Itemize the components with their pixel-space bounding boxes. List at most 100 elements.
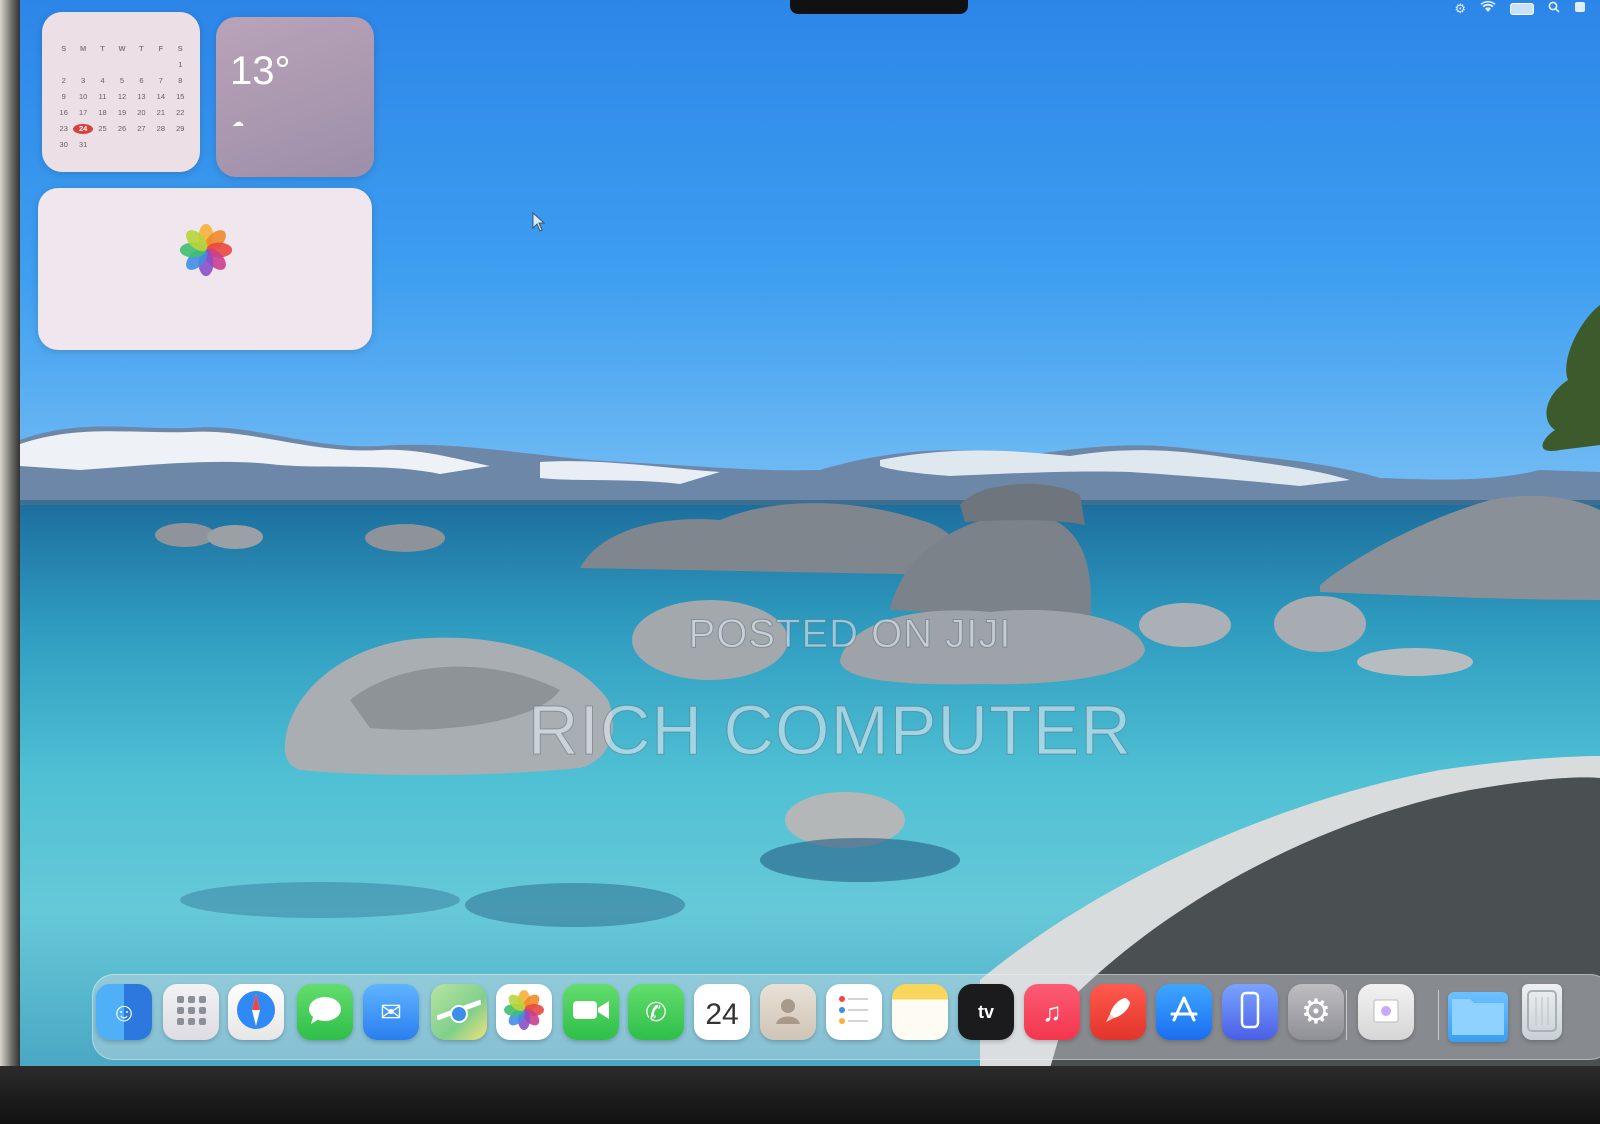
dock-item-music[interactable]: ♫ xyxy=(1024,984,1080,1040)
dock-item-system-settings[interactable]: ⚙ xyxy=(1288,984,1344,1040)
rocket-icon xyxy=(1100,992,1136,1033)
dock-item-downloads-folder[interactable] xyxy=(1448,992,1508,1042)
monitor-bezel-left-edge xyxy=(0,0,22,1124)
calendar-day xyxy=(132,60,151,70)
photos-icon xyxy=(502,988,546,1037)
calendar-day: 5 xyxy=(119,76,125,85)
calendar-day xyxy=(93,60,112,70)
watermark-line-2: RICH COMPUTER xyxy=(527,691,1133,770)
dock-item-reminders[interactable] xyxy=(826,984,882,1040)
app-store-icon xyxy=(1166,992,1202,1033)
calendar-day-today: 24 xyxy=(73,124,93,134)
dock-item-phone[interactable]: ✆ xyxy=(628,984,684,1040)
maps-icon xyxy=(436,988,482,1037)
calendar-day: 25 xyxy=(98,124,107,133)
dock-item-finder[interactable]: ☺ xyxy=(96,984,152,1040)
dock-item-maps[interactable] xyxy=(431,984,487,1040)
calendar-day: 11 xyxy=(98,92,107,101)
calendar-weekday-header: S xyxy=(61,44,67,53)
calendar-day: 16 xyxy=(59,108,68,117)
dock-divider xyxy=(1438,990,1439,1040)
camera-notch xyxy=(790,0,968,14)
calendar-weekday-header: T xyxy=(139,44,144,53)
calendar-weekday-header: T xyxy=(100,44,105,53)
safari-icon xyxy=(234,988,278,1037)
dock-item-app-store[interactable] xyxy=(1156,984,1212,1040)
calendar-day: 7 xyxy=(158,76,163,85)
calendar-day: 22 xyxy=(176,108,185,117)
iphone-mirroring-icon xyxy=(1236,990,1264,1035)
desktop-screen: POSTED ON JIJI RICH COMPUTER ⚙ SMTWTFS12… xyxy=(20,0,1600,1068)
folder-icon xyxy=(1450,993,1506,1042)
calendar-day: 14 xyxy=(156,92,166,101)
phone-icon: ✆ xyxy=(645,997,667,1027)
dock-item-photos[interactable] xyxy=(496,984,552,1040)
calendar-day: 31 xyxy=(78,140,88,149)
dock-item-safari[interactable] xyxy=(228,984,284,1040)
finder-icon: ☺ xyxy=(110,997,138,1027)
calendar-day: 9 xyxy=(61,92,66,101)
dock-item-iphone-mirroring[interactable] xyxy=(1222,984,1278,1040)
calendar-day: 10 xyxy=(78,92,88,101)
gear-icon: ⚙ xyxy=(1300,993,1332,1031)
dock-item-rocket-typist[interactable] xyxy=(1090,984,1146,1040)
dock-item-mail[interactable]: ✉ xyxy=(363,984,419,1040)
calendar-day: 6 xyxy=(139,76,144,85)
calendar-widget[interactable]: S M T W T F S 1 2 3 4 5 6 7 8 9 10 11 12 13 14 15 16 17 18 19 20 21… xyxy=(42,12,200,172)
dock-divider xyxy=(1346,990,1347,1040)
mouse-pointer-icon xyxy=(532,212,546,232)
calendar-weekday-header: W xyxy=(118,44,126,53)
dock-item-notes[interactable] xyxy=(892,984,948,1040)
dock-item-launchpad[interactable] xyxy=(163,984,219,1040)
trash-icon xyxy=(1524,987,1560,1038)
calendar-day: 20 xyxy=(137,108,146,117)
dock-item-calendar[interactable]: 24 xyxy=(694,984,750,1040)
dock-item-preview[interactable] xyxy=(1358,984,1414,1040)
apple-tv-label: tv xyxy=(977,1002,994,1022)
launchpad-icon xyxy=(173,992,209,1033)
battery-icon[interactable] xyxy=(1510,3,1534,15)
weather-temperature: 13° xyxy=(230,49,291,93)
dock-item-messages[interactable] xyxy=(297,984,353,1040)
control-center-icon[interactable]: ⚙ xyxy=(1454,1,1466,17)
user-icon[interactable] xyxy=(1574,1,1586,17)
preview-icon xyxy=(1368,992,1404,1033)
calendar-day: 23 xyxy=(59,124,68,133)
monitor-bezel-bottom xyxy=(0,1066,1600,1124)
messages-icon xyxy=(307,995,343,1030)
dock-item-trash[interactable] xyxy=(1522,984,1562,1040)
cloud-icon: ☁ xyxy=(232,115,244,129)
calendar-day: 1 xyxy=(178,60,183,69)
calendar-day: 3 xyxy=(81,76,86,85)
photos-icon xyxy=(179,223,233,277)
calendar-day xyxy=(54,60,73,70)
calendar-day: 27 xyxy=(137,124,146,133)
calendar-day: 15 xyxy=(176,92,185,101)
calendar-day xyxy=(73,60,92,70)
calendar-day xyxy=(151,60,170,70)
calendar-day: 26 xyxy=(117,124,127,133)
calendar-day: 30 xyxy=(59,140,68,149)
mail-icon: ✉ xyxy=(380,997,402,1027)
dock-item-contacts[interactable] xyxy=(760,984,816,1040)
calendar-day: 29 xyxy=(176,124,185,133)
dock-item-facetime[interactable] xyxy=(563,984,619,1040)
search-icon[interactable] xyxy=(1548,1,1560,17)
calendar-widget-grid: S M T W T F S 1 2 3 4 5 6 7 8 9 10 11 12 13 14 15 16 17 18 19 20 21… xyxy=(54,44,190,150)
dock-calendar-date: 24 xyxy=(705,998,739,1031)
calendar-day: 13 xyxy=(137,92,146,101)
calendar-weekday-header: M xyxy=(80,44,87,53)
wifi-icon[interactable] xyxy=(1480,0,1496,17)
calendar-day: 19 xyxy=(117,108,127,117)
calendar-day: 12 xyxy=(117,92,127,101)
calendar-day: 8 xyxy=(178,76,183,85)
calendar-weekday-header: F xyxy=(158,44,164,53)
calendar-day: 21 xyxy=(156,108,166,117)
photos-widget[interactable] xyxy=(38,188,372,350)
calendar-day: 28 xyxy=(156,124,166,133)
reminders-icon xyxy=(834,990,874,1035)
menubar-status-icons: ⚙ xyxy=(1454,0,1586,18)
dock-item-apple-tv[interactable]: tv xyxy=(958,984,1014,1040)
calendar-day: 2 xyxy=(61,76,66,85)
weather-widget[interactable]: 13° ☁ xyxy=(216,17,374,177)
